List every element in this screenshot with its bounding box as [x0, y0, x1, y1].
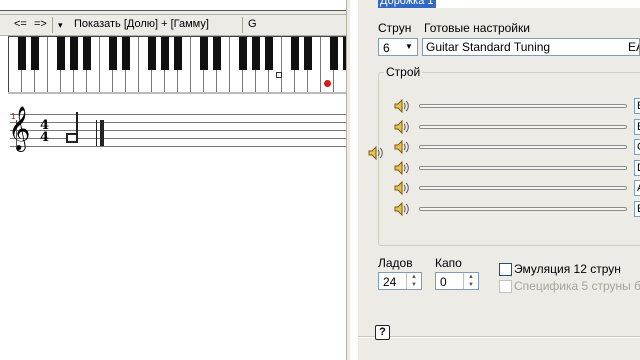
key-marker-active [324, 80, 331, 87]
spin-arrows-icon[interactable]: ▲ ▼ [406, 273, 421, 289]
black-key[interactable] [252, 37, 260, 70]
string-tuning-field[interactable]: B [634, 119, 640, 135]
speaker-icon[interactable] [394, 119, 410, 135]
tuning-preset-select[interactable]: Guitar Standard Tuning EA [422, 38, 640, 56]
tuning-group [378, 72, 640, 246]
black-key[interactable] [109, 37, 117, 70]
string-line [419, 186, 627, 190]
black-key[interactable] [161, 37, 169, 70]
key-marker-open [276, 72, 282, 78]
string-tuning-field[interactable]: G [634, 139, 640, 155]
time-denominator: 4 [40, 130, 50, 145]
speaker-icon[interactable] [394, 139, 410, 155]
string-line [419, 125, 627, 129]
panel-divider [358, 336, 640, 338]
frets-label: Ладов [378, 256, 413, 270]
tuning-preset-notes: EA [628, 40, 639, 54]
speaker-icon[interactable] [394, 180, 410, 196]
string-tuning-field[interactable]: A [634, 180, 640, 196]
speaker-icon[interactable] [394, 201, 410, 217]
end-bar-thick [100, 120, 104, 146]
string-tuning-field[interactable]: D [634, 160, 640, 176]
black-key[interactable] [57, 37, 65, 70]
string-line [419, 207, 627, 211]
string-line [419, 145, 627, 149]
all-strings-speaker-icon[interactable] [368, 145, 384, 161]
frets-value: 24 [383, 275, 397, 289]
black-key[interactable] [200, 37, 208, 70]
time-signature: 4 4 [40, 119, 50, 145]
string-line [419, 166, 627, 170]
speaker-icon[interactable] [394, 160, 410, 176]
show-dropdown-arrow-icon[interactable]: ▾ [58, 18, 63, 32]
piano-keyboard[interactable] [8, 36, 348, 93]
track-name-field[interactable]: Дорожка 1 [378, 0, 640, 8]
black-key[interactable] [304, 37, 312, 70]
help-icon[interactable]: ? [375, 325, 390, 340]
keyboard-toolbar: <= => ▾ Показать [Долю] + [Гамму] G [0, 14, 346, 36]
speaker-icon[interactable] [394, 98, 410, 114]
black-key[interactable] [239, 37, 247, 70]
five-string-label: Специфика 5 струны бан [514, 279, 640, 293]
end-bar-thin [96, 120, 97, 146]
nav-next-button[interactable]: => [34, 17, 47, 31]
black-key[interactable] [70, 37, 78, 70]
treble-clef-icon: 𝄞 [8, 106, 31, 150]
black-key[interactable] [265, 37, 273, 70]
track-name-selected-text: Дорожка 1 [378, 0, 436, 8]
strings-count-value: 6 [383, 41, 390, 55]
black-key[interactable] [213, 37, 221, 70]
tuning-preset-value: Guitar Standard Tuning [426, 40, 551, 54]
capo-label: Капо [435, 256, 462, 270]
black-key[interactable] [18, 37, 26, 70]
strings-count-select[interactable]: 6 ▼ [378, 38, 418, 56]
capo-spinner[interactable]: 0 ▲ ▼ [435, 272, 479, 290]
black-key[interactable] [291, 37, 299, 70]
show-mode-button[interactable]: Показать [Долю] + [Гамму] [74, 17, 209, 31]
black-key[interactable] [31, 37, 39, 70]
emulation-12-label[interactable]: Эмуляция 12 струн [514, 262, 621, 276]
note-stem [76, 112, 78, 136]
music-staff[interactable] [10, 114, 346, 148]
nav-prev-button[interactable]: <= [14, 17, 27, 31]
key-field[interactable]: G [248, 17, 257, 31]
chevron-down-icon[interactable]: ▼ [402, 40, 416, 54]
spin-arrows-icon[interactable]: ▲ ▼ [463, 273, 478, 289]
black-key[interactable] [174, 37, 182, 70]
black-key[interactable] [122, 37, 130, 70]
emulation-12-checkbox[interactable] [499, 263, 512, 276]
presets-label: Готовые настройки [424, 21, 530, 35]
black-key[interactable] [148, 37, 156, 70]
black-key[interactable] [330, 37, 338, 70]
string-line [419, 104, 627, 108]
five-string-checkbox[interactable] [499, 280, 512, 293]
piano-roll-strip [0, 0, 346, 14]
string-tuning-field[interactable]: E [634, 201, 640, 217]
string-tuning-field[interactable]: E [634, 98, 640, 114]
black-key[interactable] [83, 37, 91, 70]
frets-spinner[interactable]: 24 ▲ ▼ [378, 272, 422, 290]
tuning-group-label: Строй [384, 65, 423, 79]
strings-label: Струн [378, 21, 412, 35]
capo-value: 0 [440, 275, 447, 289]
piano-shadow [8, 92, 348, 94]
